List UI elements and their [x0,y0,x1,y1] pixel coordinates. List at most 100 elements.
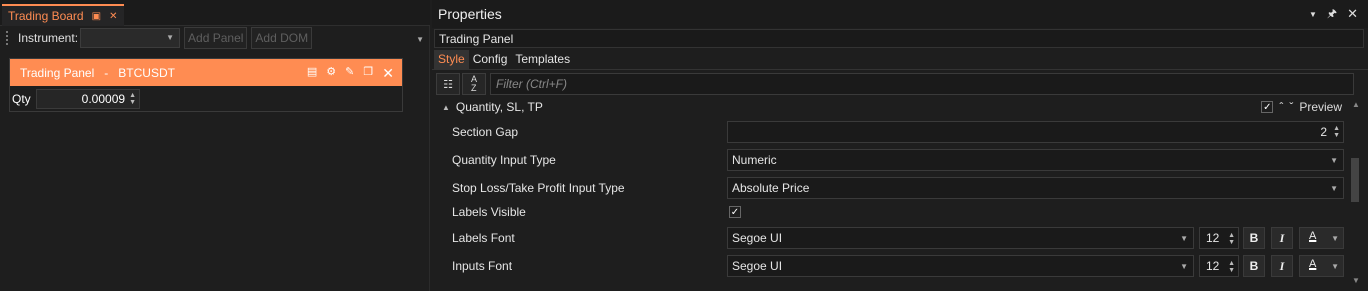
chevron-down-icon: ▼ [1331,234,1339,243]
properties-icon[interactable]: ✎ [345,67,354,78]
font-size-value: 12 [1206,259,1220,273]
properties-title-bar: Properties ▼ 🖈 ✕ [432,0,1368,28]
scroll-down-icon[interactable]: ▼ [1352,276,1360,285]
quantity-row: Qty 0.00009 ▲ ▼ [10,86,402,112]
float-window-icon[interactable]: ▣ [92,11,101,22]
trading-panel-header[interactable]: Trading Panel - BTCUSDT ▤ ⚙ ✎ ❐ ✕ [10,59,402,86]
board-toolbar: Instrument: ▼ Add Panel Add DOM ▼ [0,26,430,50]
labels-font-size-stepper[interactable]: 12 ▲ ▼ [1199,227,1239,249]
properties-title: Properties [438,6,502,22]
inputs-bold-toggle[interactable]: B [1243,255,1265,277]
section-gap-stepper[interactable]: 2 ▲ ▼ [727,121,1344,143]
properties-tabs: Style Config Templates [432,50,1368,70]
toolbar-overflow-icon[interactable]: ▼ [416,35,424,44]
chevron-up-icon[interactable]: ˆ [1279,100,1283,114]
close-tab-icon[interactable]: ✕ [109,11,117,22]
property-grid: ▲ Quantity, SL, TP ✓ ˆ ˇ Preview Section… [432,96,1350,291]
font-size-value: 12 [1206,231,1220,245]
sort-alphabetical-icon[interactable]: AZ [462,73,486,95]
select-value: Absolute Price [732,181,810,195]
close-icon[interactable]: ✕ [1347,6,1358,22]
labels-visible-checkbox[interactable]: ✓ [729,206,741,218]
property-name: Quantity Input Type [452,153,556,167]
add-panel-button[interactable]: Add Panel [184,27,248,49]
panel-title-separator: - [104,65,109,80]
gear-icon[interactable]: ⚙ [326,67,336,78]
tab-config[interactable]: Config [469,50,512,69]
chevron-down-icon: ▼ [1331,262,1339,271]
inputs-font-size-stepper[interactable]: 12 ▲ ▼ [1199,255,1239,277]
chart-icon[interactable]: ▤ [307,67,317,78]
qty-value: 0.00009 [81,92,126,106]
labels-font-color-picker[interactable]: A ▼ [1299,227,1344,249]
section-gap-value: 2 [1320,125,1327,139]
property-name: Labels Font [452,231,515,245]
properties-pane: Properties ▼ 🖈 ✕ Trading Panel Style Con… [432,0,1368,291]
panel-symbol: BTCUSDT [118,65,175,80]
tab-title: Trading Board [8,9,84,23]
chevron-down-icon: ▼ [1180,262,1188,271]
properties-toolbar: ☷ AZ Filter (Ctrl+F) [432,70,1368,98]
inputs-font-color-picker[interactable]: A ▼ [1299,255,1344,277]
labels-font-family-select[interactable]: Segoe UI ▼ [727,227,1194,249]
property-row-sltp-input-type: Stop Loss/Take Profit Input Type Absolut… [432,174,1350,202]
labels-italic-toggle[interactable]: I [1271,227,1293,249]
property-row-section-gap: Section Gap 2 ▲ ▼ [432,118,1350,146]
chevron-down-icon: ▼ [1330,184,1338,193]
spinner-icon[interactable]: ▲ ▼ [1333,125,1340,139]
scrollbar-thumb[interactable] [1351,158,1359,202]
section-header[interactable]: ▲ Quantity, SL, TP ✓ ˆ ˇ Preview [432,96,1350,118]
property-name: Labels Visible [452,205,526,219]
select-value: Numeric [732,153,777,167]
inputs-italic-toggle[interactable]: I [1271,255,1293,277]
section-title: Quantity, SL, TP [455,100,543,114]
property-name: Section Gap [452,125,519,139]
tab-trading-board[interactable]: Trading Board ▣ ✕ [2,4,124,26]
font-family-value: Segoe UI [732,231,783,245]
quantity-stepper[interactable]: 0.00009 ▲ ▼ [36,89,140,109]
filter-input[interactable]: Filter (Ctrl+F) [490,73,1354,95]
chevron-down-icon: ▼ [1180,234,1188,243]
property-row-labels-font: Labels Font Segoe UI ▼ 12 ▲ ▼ B I A ▼ [432,224,1350,252]
sltp-input-type-select[interactable]: Absolute Price ▼ [727,177,1344,199]
vertical-scrollbar[interactable]: ▲ ▼ [1348,96,1364,291]
chevron-down-icon[interactable]: ˇ [1289,100,1293,114]
chevron-down-icon: ▼ [166,33,175,42]
close-panel-icon[interactable]: ✕ [382,66,394,80]
trading-panel-widget: Trading Panel - BTCUSDT ▤ ⚙ ✎ ❐ ✕ Qty 0.… [9,58,403,112]
spinner-icon[interactable]: ▲ ▼ [1228,260,1235,274]
property-row-quantity-input-type: Quantity Input Type Numeric ▼ [432,146,1350,174]
property-name: Inputs Font [452,259,513,273]
instrument-dropdown[interactable]: ▼ [80,28,181,48]
filter-placeholder: Filter (Ctrl+F) [496,77,567,91]
quantity-input-type-select[interactable]: Numeric ▼ [727,149,1344,171]
preview-label[interactable]: Preview [1299,100,1342,114]
tab-style[interactable]: Style [434,50,469,69]
property-row-inputs-font: Inputs Font Segoe UI ▼ 12 ▲ ▼ B I A ▼ [432,252,1350,280]
toolbar-grip-icon[interactable] [6,31,10,45]
spinner-icon[interactable]: ▲ ▼ [129,92,136,106]
property-row-labels-visible: Labels Visible ✓ [432,200,1350,224]
font-family-value: Segoe UI [732,259,783,273]
chevron-down-icon: ▼ [1330,156,1338,165]
font-color-icon: A [1309,230,1317,242]
window-menu-icon[interactable]: ▼ [1309,10,1317,19]
labels-bold-toggle[interactable]: B [1243,227,1265,249]
panel-title: Trading Panel [20,65,95,80]
property-name: Stop Loss/Take Profit Input Type [452,181,625,195]
pin-icon[interactable]: 🖈 [1327,5,1337,24]
spinner-icon[interactable]: ▲ ▼ [1228,232,1235,246]
qty-label: Qty [12,92,31,106]
collapse-triangle-icon[interactable]: ▲ [442,103,450,112]
tab-templates[interactable]: Templates [511,50,574,69]
trading-board-pane: Trading Board ▣ ✕ Instrument: ▼ Add Pane… [0,0,430,291]
board-tab-strip: Trading Board ▣ ✕ [0,0,430,26]
selected-object-name: Trading Panel [434,29,1364,48]
add-dom-button[interactable]: Add DOM [251,27,313,49]
font-color-icon: A [1309,258,1317,270]
categorized-view-icon[interactable]: ☷ [436,73,460,95]
scroll-up-icon[interactable]: ▲ [1352,100,1360,109]
inputs-font-family-select[interactable]: Segoe UI ▼ [727,255,1194,277]
section-enabled-checkbox[interactable]: ✓ [1261,101,1274,113]
restore-window-icon[interactable]: ❐ [363,67,373,78]
